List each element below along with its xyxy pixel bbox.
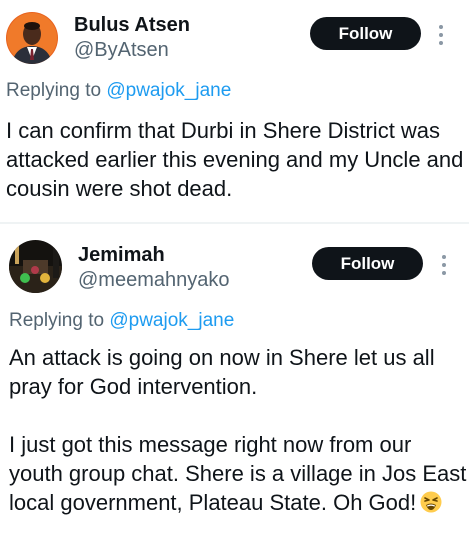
follow-button[interactable]: Follow bbox=[310, 17, 421, 50]
replying-to-label: Replying to bbox=[9, 310, 105, 331]
tweet-paragraph: I can confirm that Durbi in Shere Distri… bbox=[6, 118, 464, 201]
avatar[interactable] bbox=[9, 240, 62, 293]
reply-mention-link[interactable]: @pwajok_jane bbox=[109, 310, 234, 331]
replying-to-label: Replying to bbox=[6, 80, 102, 101]
author-name[interactable]: Bulus Atsen bbox=[74, 14, 190, 37]
tweet-1[interactable]: Bulus Atsen @ByAtsen Follow Replying to … bbox=[0, 0, 469, 222]
tweet-2[interactable]: Jemimah @meemahnyako Follow Replying to … bbox=[0, 224, 469, 560]
tired-face-emoji-icon bbox=[420, 491, 442, 520]
tweet-paragraph: I just got this message right now from o… bbox=[9, 430, 467, 520]
replying-to: Replying to @pwajok_jane bbox=[9, 310, 234, 332]
profile-photo-icon bbox=[6, 12, 58, 64]
reply-mention-link[interactable]: @pwajok_jane bbox=[106, 80, 231, 101]
more-options-icon[interactable] bbox=[437, 25, 445, 45]
profile-photo-icon bbox=[9, 240, 62, 293]
author-name[interactable]: Jemimah bbox=[78, 244, 165, 267]
avatar[interactable] bbox=[6, 12, 58, 64]
more-options-icon[interactable] bbox=[440, 255, 448, 275]
tweet-text: An attack is going on now in Shere let u… bbox=[9, 343, 467, 520]
tweet-paragraph: An attack is going on now in Shere let u… bbox=[9, 345, 435, 399]
tweet-text: I can confirm that Durbi in Shere Distri… bbox=[6, 116, 466, 203]
author-handle[interactable]: @meemahnyako bbox=[78, 269, 229, 292]
author-handle[interactable]: @ByAtsen bbox=[74, 39, 169, 62]
follow-button[interactable]: Follow bbox=[312, 247, 423, 280]
replying-to: Replying to @pwajok_jane bbox=[6, 80, 231, 102]
tweet-paragraph-text: I just got this message right now from o… bbox=[9, 432, 467, 515]
